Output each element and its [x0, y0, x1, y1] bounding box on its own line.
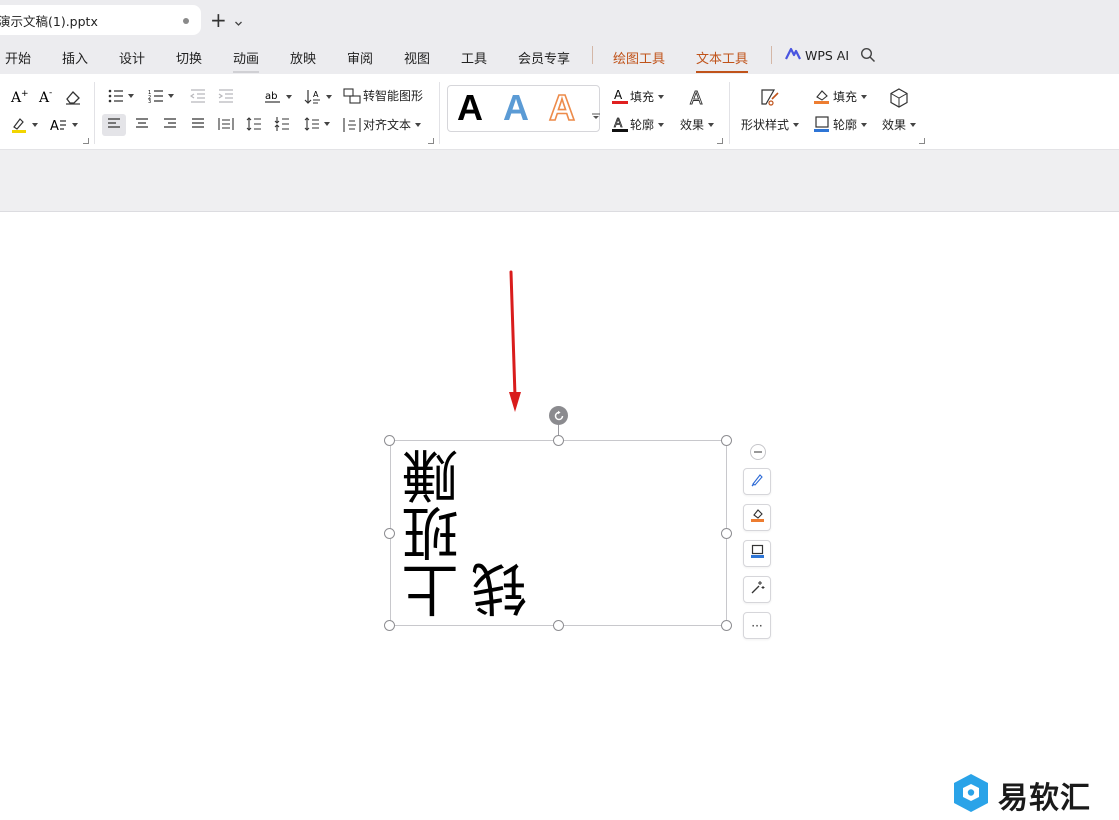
resize-handle-nw[interactable]	[384, 435, 395, 446]
collapse-toolbar-icon[interactable]	[750, 444, 766, 460]
resize-handle-ne[interactable]	[721, 435, 732, 446]
text-box-line-1[interactable]: 上班赚	[402, 448, 468, 619]
resize-handle-se[interactable]	[721, 620, 732, 631]
quick-fill-button[interactable]	[743, 504, 771, 531]
more-label: ···	[751, 618, 763, 633]
resize-handle-e[interactable]	[721, 528, 732, 539]
outline-box-icon	[750, 544, 765, 563]
quick-outline-button[interactable]	[743, 540, 771, 567]
more-options-button[interactable]: ···	[743, 612, 771, 639]
resize-handle-sw[interactable]	[384, 620, 395, 631]
resize-handle-n[interactable]	[553, 435, 564, 446]
watermark-text: 易软汇	[998, 781, 1091, 816]
rotate-handle-icon[interactable]	[549, 406, 568, 425]
brush-icon	[750, 472, 765, 491]
quick-effect-button[interactable]	[743, 576, 771, 603]
magic-wand-icon	[750, 580, 765, 599]
watermark: 易软汇	[952, 773, 1091, 817]
watermark-logo-icon	[952, 773, 990, 817]
fill-bucket-icon	[750, 508, 765, 527]
resize-handle-s[interactable]	[553, 620, 564, 631]
quick-style-button[interactable]	[743, 468, 771, 495]
text-box-line-2[interactable]: 钱	[471, 561, 537, 618]
resize-handle-w[interactable]	[384, 528, 395, 539]
